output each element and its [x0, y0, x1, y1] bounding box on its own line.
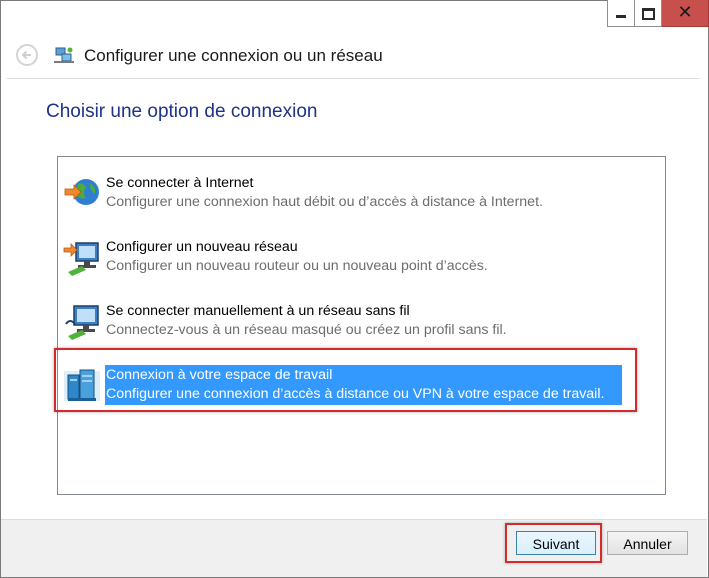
window-title: Configurer une connexion ou un réseau	[84, 46, 383, 65]
option-new-network[interactable]: Configurer un nouveau réseau Configurer …	[58, 238, 658, 288]
wireless-network-icon	[62, 302, 102, 342]
new-network-icon	[62, 238, 102, 278]
option-title: Configurer un nouveau réseau	[106, 239, 298, 255]
minimize-button[interactable]	[607, 0, 635, 27]
network-setup-icon	[53, 45, 75, 71]
option-manual-wireless[interactable]: Se connecter manuellement à un réseau sa…	[58, 302, 658, 352]
option-title: Se connecter manuellement à un réseau sa…	[106, 303, 410, 319]
back-arrow-icon	[21, 50, 31, 60]
minimize-icon	[616, 15, 626, 18]
option-title: Se connecter à Internet	[106, 175, 254, 191]
option-connect-internet[interactable]: Se connecter à Internet Configurer une c…	[58, 174, 658, 224]
annotation-highlight-option	[54, 348, 637, 412]
caption-buttons: ✕	[607, 0, 709, 29]
close-icon: ✕	[677, 2, 693, 23]
next-button[interactable]: Suivant	[516, 531, 596, 555]
internet-globe-icon	[62, 174, 102, 214]
option-description: Configurer une connexion haut débit ou d…	[106, 194, 543, 210]
page-heading: Choisir une option de connexion	[46, 101, 318, 122]
option-description: Configurer un nouveau routeur ou un nouv…	[106, 258, 488, 274]
maximize-icon	[642, 8, 655, 20]
connection-options-list[interactable]: Se connecter à Internet Configurer une c…	[57, 156, 666, 495]
close-button[interactable]: ✕	[662, 0, 709, 27]
back-button[interactable]	[16, 44, 38, 66]
option-description: Connectez-vous à un réseau masqué ou cré…	[106, 322, 507, 338]
maximize-button[interactable]	[635, 0, 662, 27]
cancel-button[interactable]: Annuler	[607, 531, 688, 555]
